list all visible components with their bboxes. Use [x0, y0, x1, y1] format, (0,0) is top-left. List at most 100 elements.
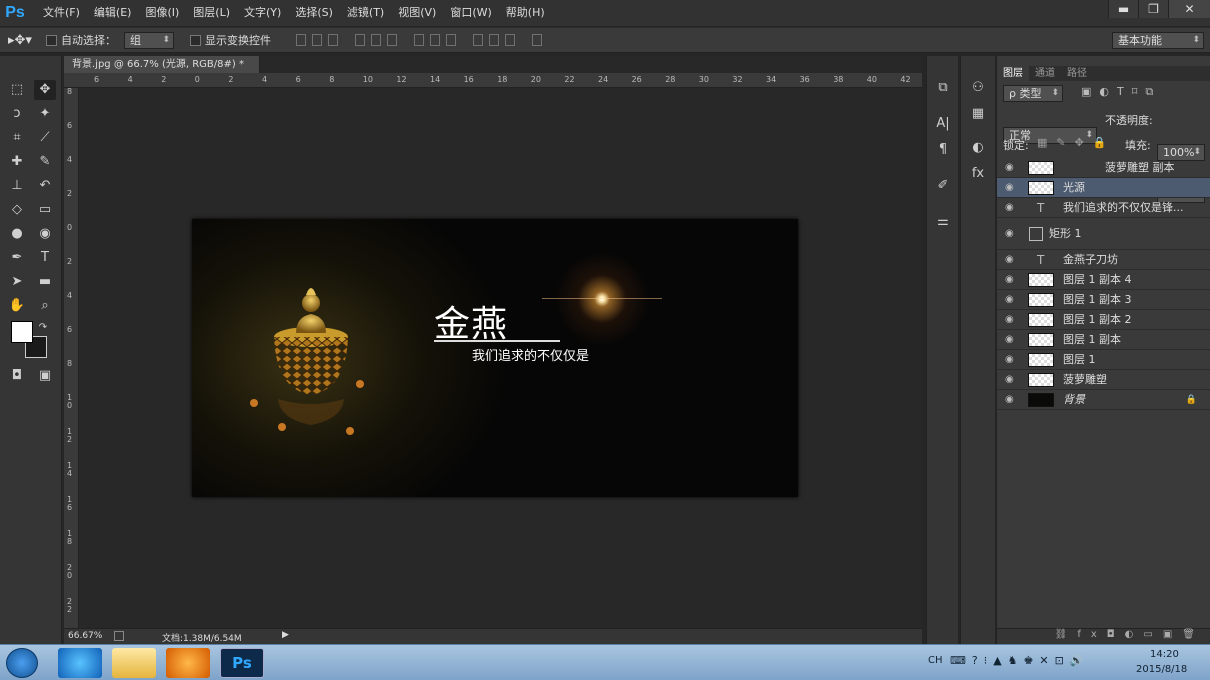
swap-colors-icon[interactable]: ↷	[36, 318, 50, 338]
menu-item[interactable]: 文件(F)	[36, 0, 87, 26]
visibility-eye-icon[interactable]: ◉	[1005, 290, 1014, 310]
brush-tool-icon[interactable]: ✎	[34, 152, 56, 172]
document-canvas[interactable]: 金燕 我们追求的不仅仅是	[192, 219, 798, 497]
swatches-panel-icon[interactable]: ▦	[967, 104, 989, 124]
eyedropper-tool-icon[interactable]: ⟋	[34, 128, 56, 148]
align-hcenter-icon[interactable]	[371, 34, 381, 46]
clone-stamp-tool-icon[interactable]: ⊥	[6, 176, 28, 196]
layer-row[interactable]: ◉ 菠萝雕塑 副本	[997, 158, 1210, 178]
menu-item[interactable]: 滤镜(T)	[340, 0, 391, 26]
align-left-icon[interactable]	[355, 34, 365, 46]
close-button[interactable]: ✕	[1168, 0, 1210, 18]
healing-brush-tool-icon[interactable]: ✚	[6, 152, 28, 172]
menu-item[interactable]: 编辑(E)	[87, 0, 139, 26]
menu-item[interactable]: 帮助(H)	[499, 0, 552, 26]
media-player-icon[interactable]	[166, 648, 210, 678]
3d-panel-icon[interactable]: ⚇	[967, 78, 989, 98]
distribute-top-icon[interactable]	[414, 34, 424, 46]
align-right-icon[interactable]	[387, 34, 397, 46]
internet-explorer-icon[interactable]	[58, 648, 102, 678]
blur-tool-icon[interactable]: ●	[6, 224, 28, 244]
dodge-tool-icon[interactable]: ◉	[34, 224, 56, 244]
visibility-eye-icon[interactable]: ◉	[1005, 310, 1014, 330]
tab-channels[interactable]: 通道	[1029, 66, 1061, 81]
visibility-eye-icon[interactable]: ◉	[1005, 198, 1014, 218]
layer-row[interactable]: ◉ 图层 1 副本 4	[997, 270, 1210, 290]
visibility-eye-icon[interactable]: ◉	[1005, 330, 1014, 350]
layer-row[interactable]: ◉ 光源	[997, 178, 1210, 198]
visibility-eye-icon[interactable]: ◉	[1005, 350, 1014, 370]
menu-item[interactable]: 文字(Y)	[237, 0, 288, 26]
history-panel-icon[interactable]: ⧉	[932, 78, 954, 98]
layer-filter-icons[interactable]: ▣◐T⌑⧉	[1081, 85, 1161, 99]
clock-date[interactable]: 2015/8/18	[1136, 664, 1187, 675]
minimize-button[interactable]: ▬	[1108, 0, 1138, 18]
menu-item[interactable]: 窗口(W)	[443, 0, 498, 26]
eraser-tool-icon[interactable]: ◇	[6, 200, 28, 220]
layer-row[interactable]: ◉ 图层 1 副本 2	[997, 310, 1210, 330]
character-panel-icon[interactable]: A|	[932, 114, 954, 134]
align-top-icon[interactable]	[296, 34, 306, 46]
menu-item[interactable]: 图层(L)	[186, 0, 237, 26]
auto-align-icon[interactable]	[532, 34, 542, 46]
screen-mode-icon[interactable]: ▣	[34, 366, 56, 386]
zoom-tool-icon[interactable]: ⌕	[34, 296, 56, 316]
ime-indicator[interactable]: CH	[928, 655, 943, 666]
layer-row[interactable]: ◉ 图层 1 副本	[997, 330, 1210, 350]
magic-wand-tool-icon[interactable]: ✦	[34, 104, 56, 124]
align-vcenter-icon[interactable]	[312, 34, 322, 46]
layer-row[interactable]: ◉ 🔒 背景	[997, 390, 1210, 410]
visibility-eye-icon[interactable]: ◉	[1005, 390, 1014, 410]
maximize-button[interactable]: ❐	[1138, 0, 1168, 18]
adjustments-panel-icon[interactable]: ◐	[967, 138, 989, 158]
file-explorer-icon[interactable]	[112, 648, 156, 678]
move-tool-preset-icon[interactable]: ▸✥▾	[0, 33, 40, 48]
visibility-eye-icon[interactable]: ◉	[1005, 370, 1014, 390]
align-bottom-icon[interactable]	[328, 34, 338, 46]
tab-paths[interactable]: 路径	[1061, 66, 1093, 81]
tool-presets-icon[interactable]: ⚌	[932, 212, 954, 232]
menu-item[interactable]: 视图(V)	[391, 0, 443, 26]
layer-row[interactable]: ◉ 图层 1 副本 3	[997, 290, 1210, 310]
auto-select-dropdown[interactable]: 组	[124, 31, 174, 49]
menu-item[interactable]: 选择(S)	[288, 0, 340, 26]
styles-panel-icon[interactable]: fx	[967, 164, 989, 184]
type-tool-icon[interactable]: T	[34, 248, 56, 268]
distribute-hcenter-icon[interactable]	[489, 34, 499, 46]
layer-row[interactable]: ◉ T 我们追求的不仅仅是锋...	[997, 198, 1210, 218]
start-button[interactable]	[6, 648, 38, 678]
auto-select-checkbox[interactable]	[46, 34, 57, 46]
clock-time[interactable]: 14:20	[1150, 649, 1179, 660]
visibility-eye-icon[interactable]: ◉	[1005, 178, 1014, 198]
visibility-eye-icon[interactable]: ◉	[1005, 158, 1014, 178]
lasso-tool-icon[interactable]: ↄ	[6, 104, 28, 124]
visibility-eye-icon[interactable]: ◉	[1005, 250, 1014, 270]
photoshop-taskbar-icon[interactable]: Ps	[220, 648, 264, 678]
history-brush-tool-icon[interactable]: ↶	[34, 176, 56, 196]
distribute-bottom-icon[interactable]	[446, 34, 456, 46]
tray-icons[interactable]: ⌨?⁝▲♞♚✕⊡🔊	[950, 654, 1090, 667]
paragraph-panel-icon[interactable]: ¶	[932, 140, 954, 160]
show-transform-checkbox[interactable]	[190, 34, 201, 46]
hand-tool-icon[interactable]: ✋	[6, 296, 28, 316]
marquee-tool-icon[interactable]: ⬚	[6, 80, 28, 100]
move-tool-icon[interactable]: ✥	[34, 80, 56, 100]
distribute-right-icon[interactable]	[505, 34, 515, 46]
distribute-left-icon[interactable]	[473, 34, 483, 46]
layer-row[interactable]: ◉ 矩形 1	[997, 218, 1210, 250]
crop-tool-icon[interactable]: ⌗	[6, 128, 28, 148]
visibility-eye-icon[interactable]: ◉	[1005, 218, 1014, 250]
gradient-tool-icon[interactable]: ▭	[34, 200, 56, 220]
brush-presets-icon[interactable]: ✐	[932, 176, 954, 196]
lock-icons[interactable]: ▦✎✥🔒	[1037, 136, 1116, 149]
tab-layers[interactable]: 图层	[997, 66, 1029, 81]
visibility-eye-icon[interactable]: ◉	[1005, 270, 1014, 290]
layer-row[interactable]: ◉ 图层 1	[997, 350, 1210, 370]
document-tab[interactable]: 背景.jpg @ 66.7% (光源, RGB/8#) * ×	[64, 56, 260, 87]
path-selection-tool-icon[interactable]: ➤	[6, 272, 28, 292]
layer-row[interactable]: ◉ T 金燕子刀坊	[997, 250, 1210, 270]
layers-footer-icons[interactable]: ⛓fx◘◐▭▣🗑	[997, 628, 1210, 644]
layer-filter-dropdown[interactable]: ρ 类型	[1003, 85, 1063, 102]
quick-mask-icon[interactable]: ◘	[6, 366, 28, 386]
status-preview-icon[interactable]	[114, 631, 124, 641]
